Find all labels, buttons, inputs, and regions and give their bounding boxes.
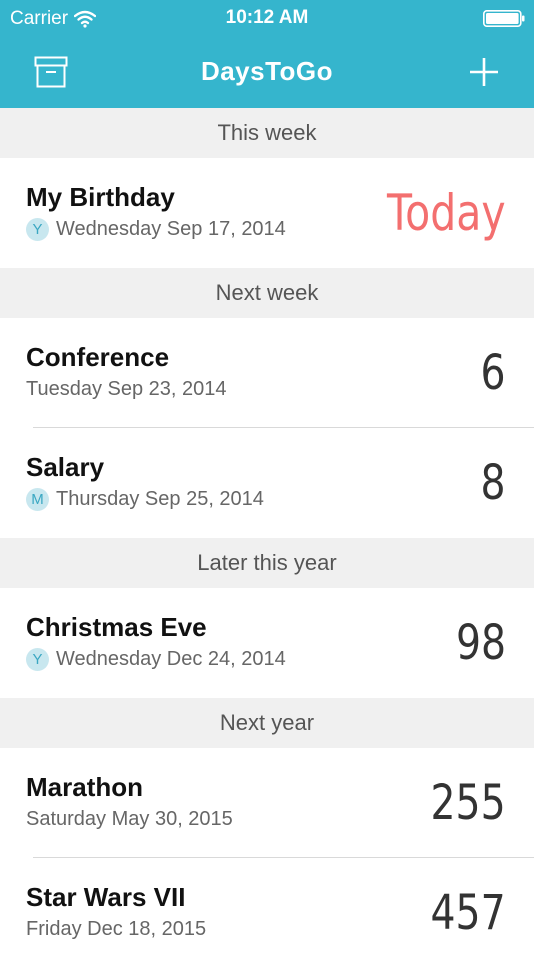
battery-icon — [483, 10, 525, 27]
section-header: Later this year — [0, 538, 534, 588]
event-date-line: Saturday May 30, 2015 — [26, 808, 233, 831]
event-row[interactable]: Marathon Saturday May 30, 2015 255 — [0, 748, 534, 858]
event-date: Thursday Sep 25, 2014 — [56, 488, 264, 510]
event-date-line: Friday Dec 18, 2015 — [26, 918, 206, 941]
event-title: My Birthday — [26, 182, 175, 212]
days-remaining: 8 — [480, 455, 506, 511]
days-remaining: 255 — [430, 775, 506, 831]
event-title: Star Wars VII — [26, 882, 186, 912]
event-date: Wednesday Dec 24, 2014 — [56, 648, 286, 670]
add-event-button[interactable] — [462, 50, 506, 94]
app-header: Carrier 10:12 AM DaysToGo — [0, 0, 534, 108]
repeat-badge: M — [26, 488, 49, 511]
days-remaining: Today — [387, 184, 506, 242]
section-header: Next week — [0, 268, 534, 318]
event-date-line: Y Wednesday Sep 17, 2014 — [26, 218, 286, 241]
event-row[interactable]: My Birthday Y Wednesday Sep 17, 2014 Today — [0, 158, 534, 268]
repeat-badge: Y — [26, 218, 49, 241]
repeat-badge: Y — [26, 648, 49, 671]
days-remaining: 98 — [455, 615, 506, 671]
event-row[interactable]: Salary M Thursday Sep 25, 2014 8 — [0, 428, 534, 538]
days-remaining: 457 — [430, 885, 506, 941]
event-date: Friday Dec 18, 2015 — [26, 918, 207, 940]
plus-icon — [470, 58, 498, 86]
event-date-line: Y Wednesday Dec 24, 2014 — [26, 648, 286, 671]
event-date-line: M Thursday Sep 25, 2014 — [26, 488, 264, 511]
section-header: This week — [0, 108, 534, 158]
status-bar: Carrier 10:12 AM — [0, 0, 534, 38]
section-header: Next year — [0, 698, 534, 748]
app-title: DaysToGo — [200, 56, 334, 86]
event-date: Wednesday Sep 17, 2014 — [56, 218, 286, 240]
event-row[interactable]: Star Wars VII Friday Dec 18, 2015 457 — [0, 858, 534, 968]
status-time: 10:12 AM — [225, 7, 309, 28]
event-row[interactable]: Christmas Eve Y Wednesday Dec 24, 2014 98 — [0, 588, 534, 698]
event-title: Christmas Eve — [26, 612, 207, 642]
event-title: Marathon — [26, 772, 143, 802]
event-date-line: Tuesday Sep 23, 2014 — [26, 378, 227, 401]
navigation-bar: DaysToGo — [0, 38, 534, 108]
event-date: Tuesday Sep 23, 2014 — [26, 378, 227, 400]
days-remaining: 6 — [480, 345, 506, 401]
event-title: Salary — [26, 452, 105, 482]
event-title: Conference — [26, 342, 170, 372]
event-row[interactable]: Conference Tuesday Sep 23, 2014 6 — [0, 318, 534, 428]
event-date: Saturday May 30, 2015 — [26, 808, 233, 830]
